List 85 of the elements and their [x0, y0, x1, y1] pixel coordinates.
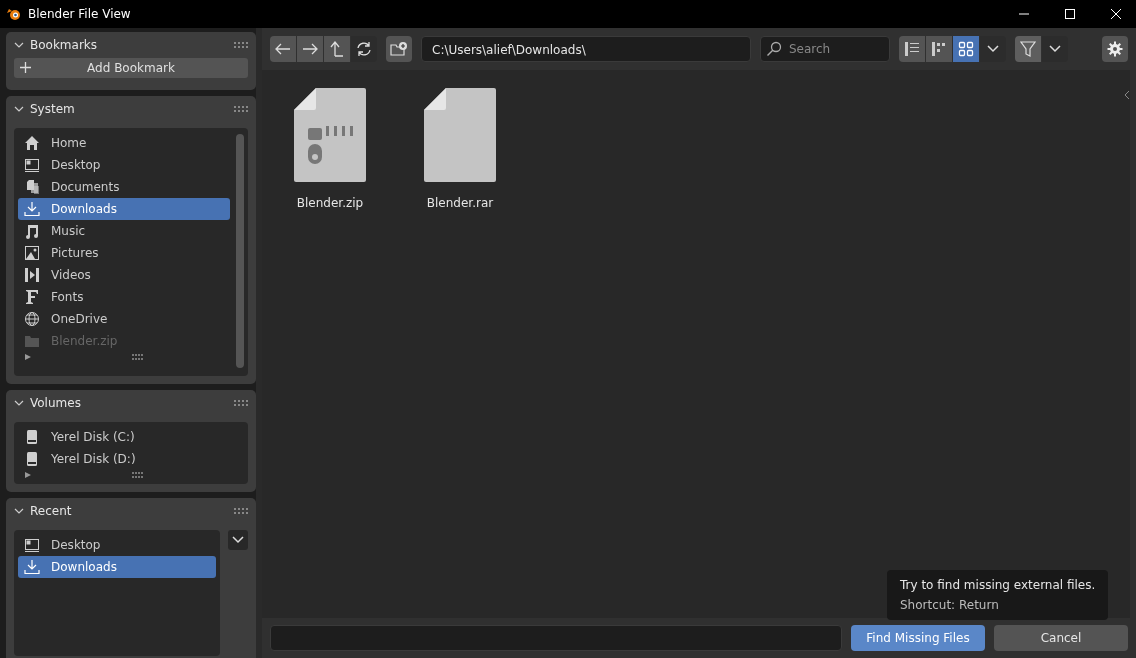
- chevron-down-icon: [232, 536, 244, 544]
- filter-button[interactable]: [1015, 36, 1041, 62]
- resize-grip-icon[interactable]: [132, 472, 144, 478]
- folder-plus-icon: [390, 41, 408, 57]
- back-button[interactable]: [270, 36, 296, 62]
- grip-icon[interactable]: [234, 42, 248, 48]
- documents-icon: [24, 179, 40, 195]
- plus-icon: [20, 62, 31, 73]
- desktop-icon: [24, 157, 40, 173]
- left-arrow-icon: [275, 43, 291, 55]
- logo-icon: [6, 7, 22, 21]
- list-item[interactable]: Fonts: [18, 286, 230, 308]
- window-title: Blender File View: [28, 7, 131, 21]
- caret-icon[interactable]: [1124, 90, 1130, 100]
- list-item[interactable]: Downloads: [18, 198, 230, 220]
- list-item[interactable]: Yerel Disk (C:): [18, 426, 244, 448]
- panel-title[interactable]: System: [30, 102, 75, 116]
- downloads-icon: [24, 201, 40, 217]
- desktop-icon: [24, 537, 40, 553]
- panel-title[interactable]: Volumes: [30, 396, 81, 410]
- filename-field[interactable]: [270, 625, 842, 651]
- file-name[interactable]: Blender.zip: [296, 196, 364, 210]
- vertical-view-button[interactable]: [899, 36, 925, 62]
- horizontal-view-button[interactable]: [926, 36, 952, 62]
- list-item[interactable]: Videos: [18, 264, 230, 286]
- home-icon: [24, 135, 40, 151]
- columns-icon: [931, 41, 947, 57]
- search-field[interactable]: Search: [760, 36, 890, 62]
- path-field[interactable]: C:\Users\alief\Downloads\: [421, 36, 751, 62]
- grip-icon[interactable]: [234, 106, 248, 112]
- up-arrow-icon: [330, 41, 344, 57]
- search-icon: [766, 41, 782, 57]
- panel-title[interactable]: Bookmarks: [30, 38, 98, 52]
- forward-button[interactable]: [297, 36, 323, 62]
- list-item[interactable]: Desktop: [18, 154, 230, 176]
- maximize-icon[interactable]: [1064, 8, 1076, 20]
- cancel-button[interactable]: Cancel: [994, 625, 1128, 651]
- right-arrow-icon: [302, 43, 318, 55]
- gear-icon: [1107, 41, 1123, 57]
- shortcut-text: Shortcut: Return: [900, 598, 1000, 612]
- add-bookmark-button[interactable]: Add Bookmark: [14, 58, 248, 78]
- scrollbar[interactable]: [236, 134, 244, 368]
- resize-grip-icon[interactable]: [132, 354, 144, 360]
- list-item[interactable]: Downloads: [18, 556, 216, 578]
- chevron-down-icon: [1049, 45, 1061, 53]
- filter-icon: [1020, 41, 1036, 57]
- chevron-down-icon: [987, 45, 999, 53]
- pictures-icon: [24, 245, 40, 261]
- settings-button[interactable]: [1102, 36, 1128, 62]
- downloads-icon: [24, 559, 40, 575]
- panel-title[interactable]: Recent: [30, 504, 72, 518]
- list-item[interactable]: Desktop: [18, 534, 216, 556]
- folder-icon: [24, 333, 40, 349]
- refresh-icon: [356, 41, 372, 57]
- tooltip-text: Try to find missing external files.: [900, 578, 1096, 592]
- chevron-icon[interactable]: [14, 398, 24, 408]
- expand-triangle-icon[interactable]: [24, 471, 32, 479]
- list-item[interactable]: Music: [18, 220, 230, 242]
- grid-icon: [958, 41, 974, 57]
- chevron-icon[interactable]: [14, 40, 24, 50]
- find-missing-files-button[interactable]: Find Missing Files: [851, 625, 985, 651]
- new-folder-button[interactable]: [386, 36, 412, 62]
- music-icon: [24, 223, 40, 239]
- grip-icon[interactable]: [234, 508, 248, 514]
- thumbnails-view-button[interactable]: [953, 36, 979, 62]
- parent-directory-button[interactable]: [324, 36, 350, 62]
- fonts-icon: [24, 289, 40, 305]
- file-icon[interactable]: [424, 88, 496, 182]
- dropdown-button[interactable]: [228, 530, 248, 550]
- list-item[interactable]: OneDrive: [18, 308, 230, 330]
- list-item[interactable]: Documents: [18, 176, 230, 198]
- grip-icon[interactable]: [234, 400, 248, 406]
- chevron-icon[interactable]: [14, 506, 24, 516]
- file-name[interactable]: Blender.rar: [426, 196, 494, 210]
- list-item[interactable]: Pictures: [18, 242, 230, 264]
- chevron-icon[interactable]: [14, 104, 24, 114]
- zip-file-icon[interactable]: [294, 88, 366, 182]
- close-icon[interactable]: [1110, 8, 1122, 20]
- refresh-button[interactable]: [351, 36, 377, 62]
- list-item[interactable]: Yerel Disk (D:): [18, 448, 244, 470]
- expand-triangle-icon[interactable]: [24, 353, 32, 361]
- videos-icon: [24, 267, 40, 283]
- globe-icon: [24, 311, 40, 327]
- list-icon: [904, 41, 920, 57]
- list-item[interactable]: Home: [18, 132, 230, 154]
